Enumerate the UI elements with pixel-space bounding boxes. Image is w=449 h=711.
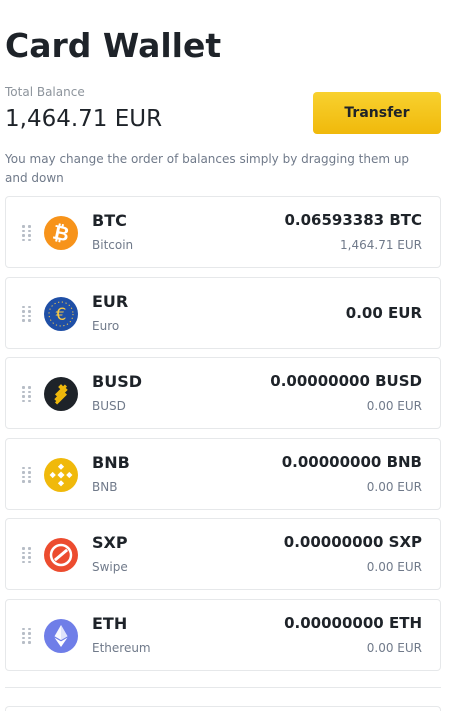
total-balance-label: Total Balance xyxy=(5,85,85,99)
coin-amount: 0.00000000 SXP xyxy=(283,533,422,551)
coin-name: Ethereum xyxy=(92,640,151,655)
drag-handle-icon[interactable] xyxy=(22,305,32,322)
drag-handle-icon[interactable] xyxy=(22,627,32,644)
swipe-icon xyxy=(44,538,78,572)
coin-symbol: BUSD xyxy=(92,372,142,391)
drag-handle-icon[interactable] xyxy=(22,225,32,241)
balance-card-sxp[interactable]: SXP Swipe 0.00000000 SXP 0.00 EUR xyxy=(5,518,441,590)
balance-card-bnb[interactable]: BNB BNB 0.00000000 BNB 0.00 EUR xyxy=(5,437,441,510)
balance-list: ₿ BTC Bitcoin 0.06593383 BTC 1,464.71 EU… xyxy=(5,196,441,679)
busd-icon xyxy=(44,377,78,411)
coin-symbol: SXP xyxy=(92,533,128,552)
balance-card-eur[interactable]: € EUR Euro 0.00 EUR xyxy=(5,276,441,349)
coin-name: Euro xyxy=(92,318,120,333)
coin-amount: 0.00000000 ETH xyxy=(284,613,422,632)
svg-text:€: € xyxy=(56,305,67,325)
bnb-icon xyxy=(44,457,78,492)
ethereum-icon xyxy=(44,618,78,653)
coin-name: Swipe xyxy=(92,560,128,574)
balance-card-eth[interactable]: ETH Ethereum 0.00000000 ETH 0.00 EUR xyxy=(5,598,441,671)
drag-handle-icon[interactable] xyxy=(22,547,32,563)
coin-name: BUSD xyxy=(92,399,126,413)
coin-symbol: BNB xyxy=(92,452,130,472)
drag-handle-icon[interactable] xyxy=(22,386,32,402)
balance-card-busd[interactable]: BUSD BUSD 0.00000000 BUSD 0.00 EUR xyxy=(5,357,441,429)
coin-fiat-value: 0.00 EUR xyxy=(366,399,422,413)
next-section-card xyxy=(5,706,441,711)
coin-name: Bitcoin xyxy=(92,238,134,252)
euro-icon: € xyxy=(44,296,78,331)
transfer-button[interactable]: Transfer xyxy=(313,92,441,134)
coin-name: BNB xyxy=(92,479,118,494)
total-balance-value: 1,464.71 EUR xyxy=(5,106,163,132)
coin-symbol: BTC xyxy=(92,211,127,230)
divider xyxy=(5,687,441,688)
coin-fiat-value: 1,464.71 EUR xyxy=(340,238,422,252)
coin-symbol: ETH xyxy=(92,613,128,633)
coin-amount: 0.00 EUR xyxy=(345,303,422,322)
coin-amount: 0.00000000 BNB xyxy=(281,452,422,471)
drag-handle-icon[interactable] xyxy=(22,466,32,483)
bitcoin-icon: ₿ xyxy=(44,216,78,250)
coin-fiat-value: 0.00 EUR xyxy=(366,640,422,655)
coin-fiat-value: 0.00 EUR xyxy=(366,479,422,494)
page-title: Card Wallet xyxy=(5,26,222,65)
coin-amount: 0.00000000 BUSD xyxy=(270,372,422,390)
reorder-hint: You may change the order of balances sim… xyxy=(5,152,410,185)
svg-text:₿: ₿ xyxy=(51,220,72,247)
balance-card-btc[interactable]: ₿ BTC Bitcoin 0.06593383 BTC 1,464.71 EU… xyxy=(5,196,441,268)
coin-symbol: EUR xyxy=(92,291,129,311)
coin-amount: 0.06593383 BTC xyxy=(284,211,422,229)
coin-fiat-value: 0.00 EUR xyxy=(366,560,422,574)
